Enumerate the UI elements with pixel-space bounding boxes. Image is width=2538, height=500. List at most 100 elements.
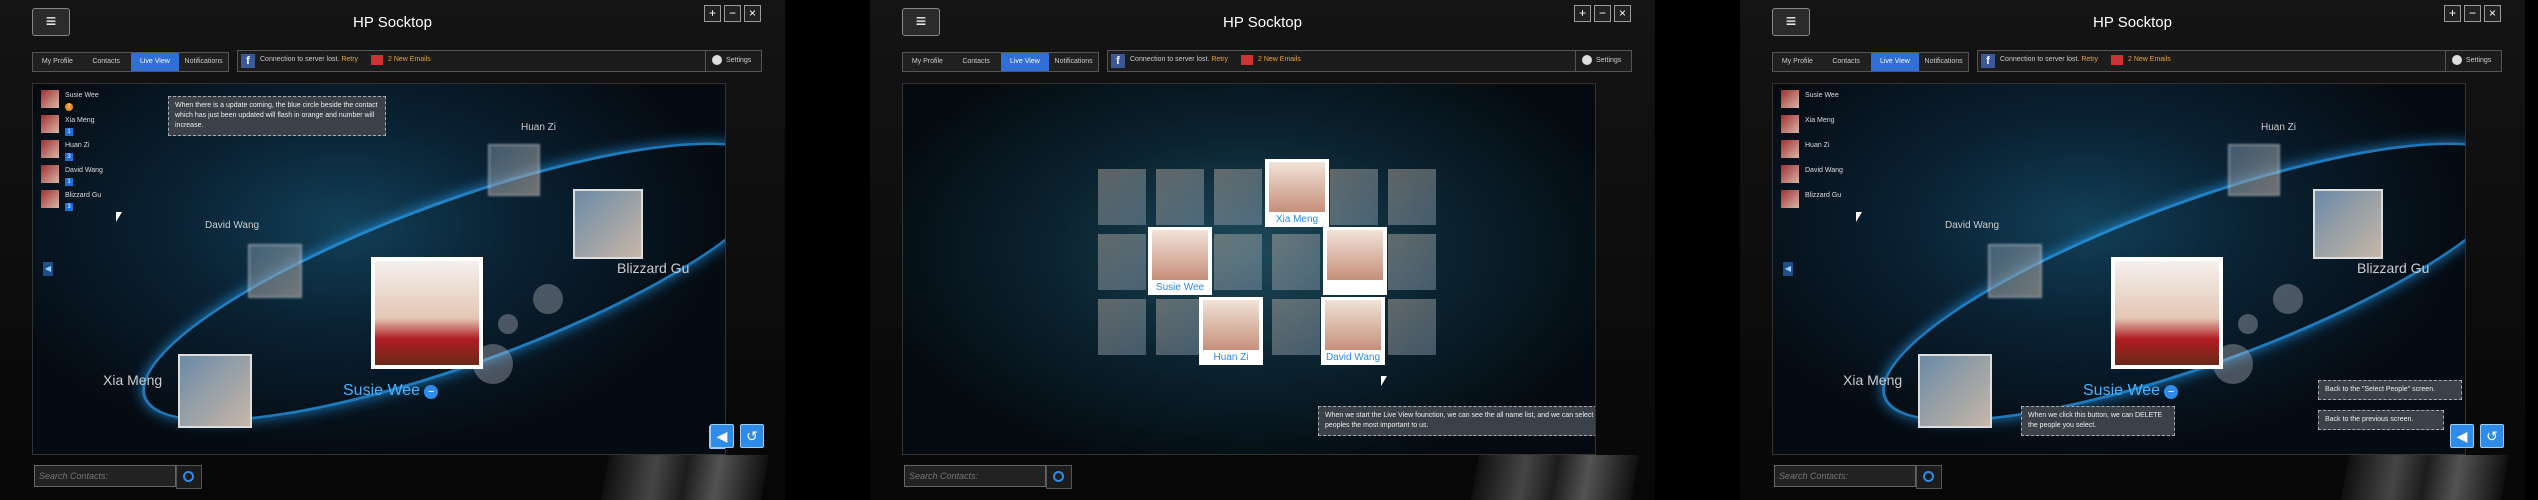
minimize-button[interactable]: − [2464, 5, 2481, 22]
contact-photo-susie-wee[interactable] [2111, 257, 2223, 369]
close-button[interactable]: × [744, 5, 761, 22]
tab-bar: My Profile Contacts Live View Notificati… [32, 52, 229, 72]
retry-link[interactable]: Retry [2081, 56, 2098, 63]
minimize-button[interactable]: − [724, 5, 741, 22]
tab-live-view[interactable]: Live View [1870, 53, 1920, 71]
contact-tile[interactable] [1214, 234, 1262, 290]
contact-tile[interactable] [1156, 299, 1204, 355]
delete-icon[interactable]: − [424, 385, 439, 399]
facebook-icon: f [1981, 54, 1995, 68]
tab-contacts[interactable]: Contacts [952, 53, 1001, 71]
scroll-left-arrow[interactable]: ◀ [43, 262, 53, 276]
contact-tile[interactable] [1156, 169, 1204, 225]
reset-button[interactable]: ↺ [740, 424, 764, 448]
contact-photo-david-wang[interactable] [248, 244, 302, 298]
contact-photo-david-wang[interactable] [1988, 244, 2042, 298]
cursor-icon [1856, 212, 1862, 222]
contact-photo-susie-wee[interactable] [371, 257, 483, 369]
contact-photo-huan-zi[interactable] [488, 144, 540, 196]
contact-tile[interactable] [1388, 169, 1436, 225]
app-title: HP Socktop [1223, 14, 1302, 31]
update-badge: 1 [65, 128, 73, 136]
update-badge: 1 [65, 103, 73, 111]
retry-link[interactable]: Retry [1211, 56, 1228, 63]
maximize-button[interactable]: + [2444, 5, 2461, 22]
scroll-left-arrow[interactable]: ◀ [1783, 262, 1793, 276]
maximize-button[interactable]: + [1574, 5, 1591, 22]
close-button[interactable]: × [1614, 5, 1631, 22]
settings-button[interactable]: Settings [1575, 50, 1632, 72]
tab-notifications[interactable]: Notifications [179, 53, 228, 71]
contact-tile[interactable] [1388, 299, 1436, 355]
email-icon [2111, 55, 2123, 65]
window-controls: + − × [704, 5, 761, 22]
tab-bar: My Profile Contacts Live View Notificati… [1772, 52, 1969, 72]
portrait-image [375, 261, 479, 365]
tab-my-profile[interactable]: My Profile [903, 53, 952, 71]
selected-contact-blizzard-gu[interactable] [1323, 227, 1387, 295]
delete-icon[interactable]: − [2164, 385, 2179, 399]
label-blizzard-gu: Blizzard Gu [617, 260, 690, 276]
selected-contact-xia-meng[interactable]: Xia Meng [1265, 159, 1329, 227]
avatar [41, 190, 59, 208]
search-input[interactable] [1774, 465, 1916, 487]
new-emails-link[interactable]: 2 New Emails [1258, 56, 1301, 63]
settings-button[interactable]: Settings [2445, 50, 2502, 72]
status-bar: f Connection to server lost. Retry 2 New… [237, 50, 709, 72]
connection-status: Connection to server lost. Retry [260, 56, 359, 63]
photo-stack[interactable] [601, 455, 769, 500]
contact-photo-huan-zi[interactable] [2228, 144, 2280, 196]
contact-tile[interactable] [1330, 169, 1378, 225]
back-button[interactable]: ◀ [2450, 424, 2474, 448]
label-david-wang: David Wang [205, 220, 260, 231]
avatar [41, 140, 59, 158]
contact-tile[interactable] [1098, 169, 1146, 225]
contact-tile[interactable] [1214, 169, 1262, 225]
tab-my-profile[interactable]: My Profile [1773, 53, 1822, 71]
label-blizzard-gu: Blizzard Gu [2357, 260, 2430, 276]
contact-tile[interactable] [1098, 299, 1146, 355]
maximize-button[interactable]: + [704, 5, 721, 22]
new-emails-link[interactable]: 2 New Emails [388, 56, 431, 63]
contact-photo-blizzard-gu[interactable] [2313, 189, 2383, 259]
search-button[interactable] [176, 465, 202, 489]
tab-contacts[interactable]: Contacts [1822, 53, 1871, 71]
portrait-image [1269, 162, 1325, 212]
selected-contact-david-wang[interactable]: David Wang [1321, 297, 1385, 365]
search-input[interactable] [904, 465, 1046, 487]
tab-contacts[interactable]: Contacts [82, 53, 131, 71]
photo-stack[interactable] [1471, 455, 1639, 500]
retry-link[interactable]: Retry [341, 56, 358, 63]
contact-photo-xia-meng[interactable] [178, 354, 252, 428]
selected-contact-susie-wee[interactable]: Susie Wee [1148, 227, 1212, 295]
photo-stack[interactable] [2341, 455, 2509, 500]
portrait-image [1327, 230, 1383, 280]
contact-tile[interactable] [1272, 234, 1320, 290]
tab-notifications[interactable]: Notifications [1049, 53, 1098, 71]
minimize-button[interactable]: − [1594, 5, 1611, 22]
connection-status: Connection to server lost. Retry [2000, 56, 2099, 63]
portrait-image [1325, 300, 1381, 350]
tab-my-profile[interactable]: My Profile [33, 53, 82, 71]
portrait-image [1152, 230, 1208, 280]
contact-tile[interactable] [1388, 234, 1436, 290]
settings-button[interactable]: Settings [705, 50, 762, 72]
tab-live-view[interactable]: Live View [130, 53, 180, 71]
contact-tile[interactable] [1098, 234, 1146, 290]
selected-contact-huan-zi[interactable]: Huan Zi [1199, 297, 1263, 365]
close-button[interactable]: × [2484, 5, 2501, 22]
back-button[interactable]: ◀ [710, 424, 734, 448]
search-input[interactable] [34, 465, 176, 487]
contact-photo-blizzard-gu[interactable] [573, 189, 643, 259]
tab-notifications[interactable]: Notifications [1919, 53, 1968, 71]
contact-tile[interactable] [1272, 299, 1320, 355]
search-button[interactable] [1046, 465, 1072, 489]
new-emails-link[interactable]: 2 New Emails [2128, 56, 2171, 63]
tab-live-view[interactable]: Live View [1000, 53, 1050, 71]
search-button[interactable] [1916, 465, 1942, 489]
label-david-wang: David Wang [1945, 220, 2000, 231]
contact-photo-xia-meng[interactable] [1918, 354, 1992, 428]
tab-bar: My Profile Contacts Live View Notificati… [902, 52, 1099, 72]
facebook-icon: f [1111, 54, 1125, 68]
reset-button[interactable]: ↺ [2480, 424, 2504, 448]
